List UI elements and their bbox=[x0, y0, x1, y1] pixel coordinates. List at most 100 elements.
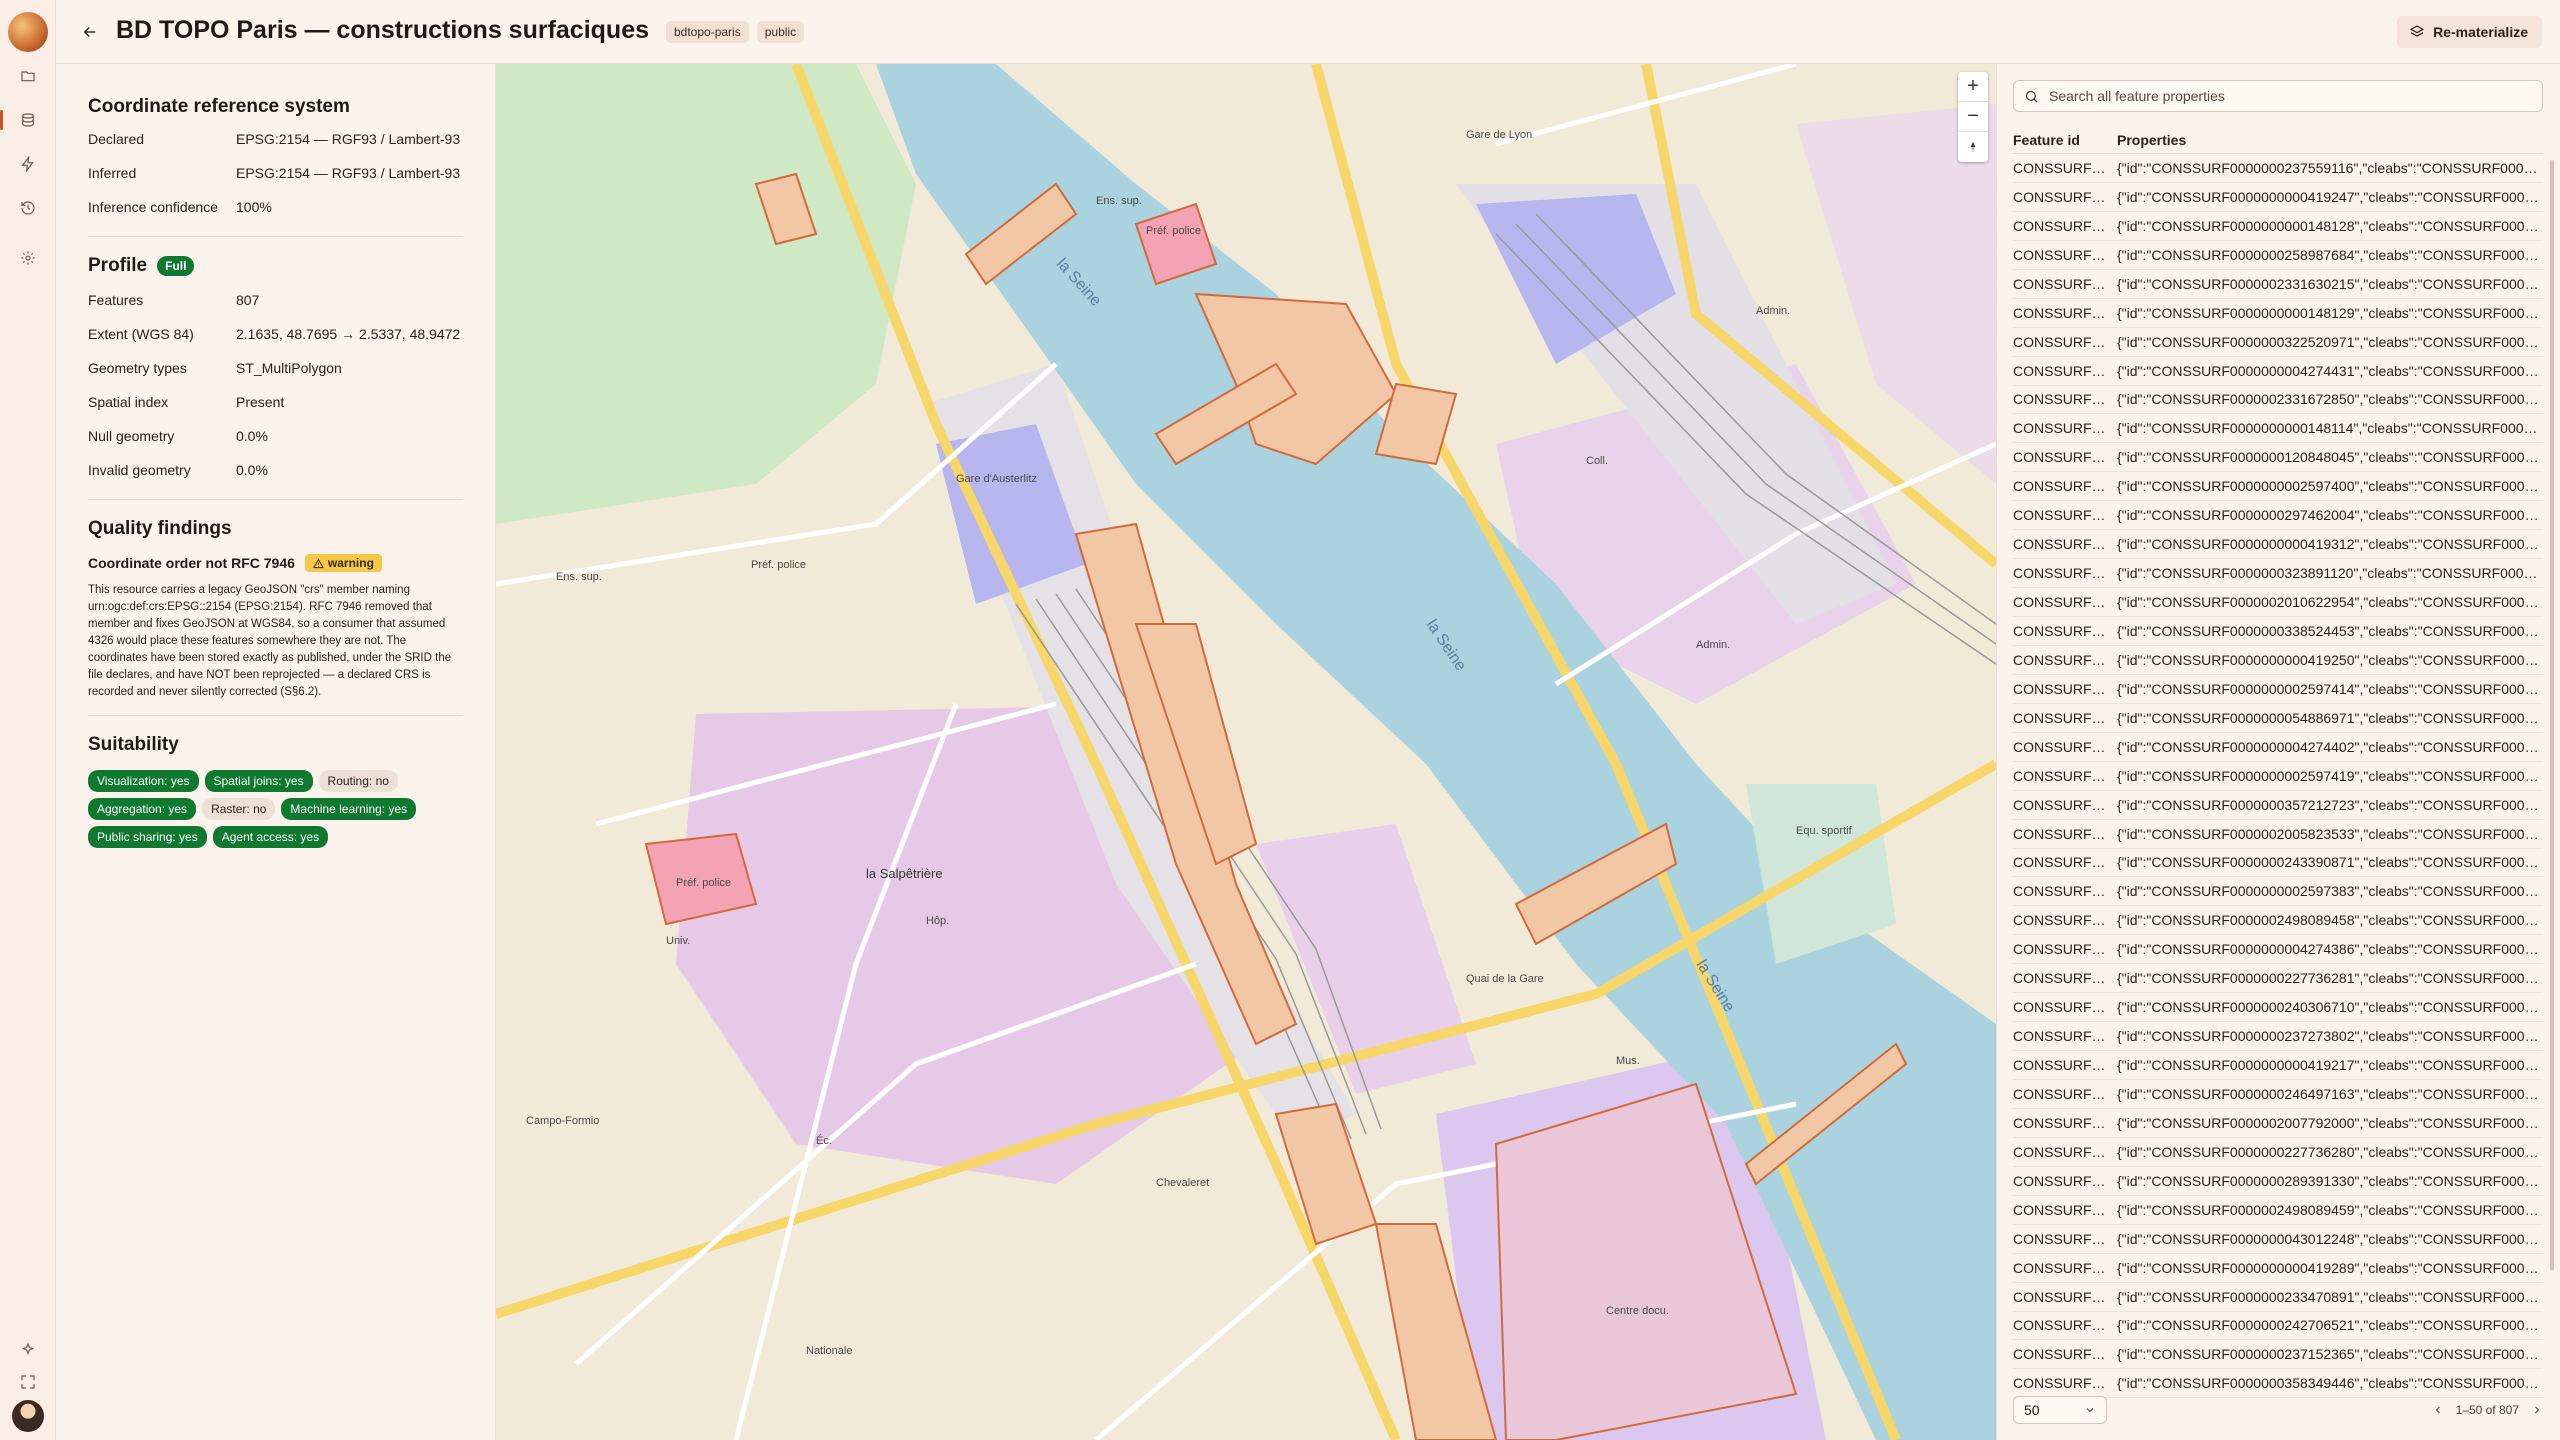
map-label: Chevaleret bbox=[1156, 1177, 1209, 1189]
user-avatar[interactable] bbox=[12, 1400, 44, 1432]
table-row[interactable]: CONSSURF… {"id":"CONSSURF0000000000148129… bbox=[2013, 299, 2543, 328]
table-row[interactable]: CONSSURF… {"id":"CONSSURF0000000246497163… bbox=[2013, 1080, 2543, 1109]
map-label: la Salpêtrière bbox=[866, 866, 943, 881]
feature-id-cell: CONSSURF… bbox=[2013, 1259, 2106, 1276]
table-row[interactable]: CONSSURF… {"id":"CONSSURF0000000237273802… bbox=[2013, 1022, 2543, 1052]
table-row[interactable]: CONSSURF… {"id":"CONSSURF0000002007792000… bbox=[2013, 1109, 2543, 1138]
properties-cell: {"id":"CONSSURF0000000002597400","cleabs… bbox=[2117, 478, 2543, 495]
table-row[interactable]: CONSSURF… {"id":"CONSSURF0000000243390871… bbox=[2013, 849, 2543, 878]
table-row[interactable]: CONSSURF… {"id":"CONSSURF0000000000419217… bbox=[2013, 1051, 2543, 1080]
table-row[interactable]: CONSSURF… {"id":"CONSSURF0000000000419312… bbox=[2013, 530, 2543, 560]
table-row[interactable]: CONSSURF… {"id":"CONSSURF0000000357212723… bbox=[2013, 791, 2543, 820]
app-rail bbox=[0, 0, 56, 1440]
table-row[interactable]: CONSSURF… {"id":"CONSSURF0000000297462004… bbox=[2013, 501, 2543, 531]
profile-section-title: Profile Full bbox=[88, 255, 463, 277]
map-canvas[interactable]: la Seine la Seine la Seine la Salpêtrièr… bbox=[496, 64, 1996, 1440]
table-row[interactable]: CONSSURF… {"id":"CONSSURF0000000258987684… bbox=[2013, 241, 2543, 270]
table-row[interactable]: CONSSURF… {"id":"CONSSURF0000000240306710… bbox=[2013, 993, 2543, 1023]
table-row[interactable]: CONSSURF… {"id":"CONSSURF0000002331630215… bbox=[2013, 270, 2543, 299]
properties-cell: {"id":"CONSSURF0000002007792000","cleabs… bbox=[2117, 1114, 2543, 1131]
feature-id-cell: CONSSURF… bbox=[2013, 680, 2106, 697]
reset-bearing-button[interactable] bbox=[1958, 132, 1988, 162]
bolt-icon[interactable] bbox=[14, 150, 42, 178]
table-row[interactable]: CONSSURF… {"id":"CONSSURF0000000002597400… bbox=[2013, 472, 2543, 502]
chevron-right-icon[interactable] bbox=[2531, 1404, 2543, 1416]
table-row[interactable]: CONSSURF… {"id":"CONSSURF0000000004274431… bbox=[2013, 357, 2543, 386]
table-header: Feature id Properties bbox=[2013, 126, 2543, 154]
properties-cell: {"id":"CONSSURF0000000004274386","cleabs… bbox=[2117, 941, 2543, 958]
table-row[interactable]: CONSSURF… {"id":"CONSSURF0000002498089459… bbox=[2013, 1196, 2543, 1225]
table-row[interactable]: CONSSURF… {"id":"CONSSURF0000000242706521… bbox=[2013, 1312, 2543, 1341]
page-size-select[interactable]: 50 bbox=[2013, 1396, 2107, 1424]
tag-chips: bdtopo-paris public bbox=[666, 21, 805, 43]
table-row[interactable]: CONSSURF… {"id":"CONSSURF0000000227736280… bbox=[2013, 1138, 2543, 1167]
settings-icon[interactable] bbox=[14, 244, 42, 272]
table-row[interactable]: CONSSURF… {"id":"CONSSURF0000000233470891… bbox=[2013, 1283, 2543, 1312]
properties-cell: {"id":"CONSSURF0000000289391330","cleabs… bbox=[2117, 1172, 2543, 1189]
profile-row: Geometry types ST_MultiPolygon bbox=[88, 360, 342, 376]
table-row[interactable]: CONSSURF… {"id":"CONSSURF0000000002597414… bbox=[2013, 675, 2543, 704]
table-pager: 50 1–50 of 807 bbox=[2013, 1394, 2543, 1426]
table-row[interactable]: CONSSURF… {"id":"CONSSURF0000000004274402… bbox=[2013, 733, 2543, 762]
table-row[interactable]: CONSSURF… {"id":"CONSSURF0000000120848045… bbox=[2013, 443, 2543, 473]
table-row[interactable]: CONSSURF… {"id":"CONSSURF0000000004274386… bbox=[2013, 935, 2543, 965]
feature-id-cell: CONSSURF… bbox=[2013, 391, 2106, 408]
table-row[interactable]: CONSSURF… {"id":"CONSSURF0000000043012248… bbox=[2013, 1225, 2543, 1254]
history-icon[interactable] bbox=[14, 194, 42, 222]
table-row[interactable]: CONSSURF… {"id":"CONSSURF0000000237152365… bbox=[2013, 1340, 2543, 1370]
table-row[interactable]: CONSSURF… {"id":"CONSSURF0000000322520971… bbox=[2013, 328, 2543, 357]
search-icon bbox=[2025, 90, 2038, 103]
feature-search-input[interactable] bbox=[2049, 88, 2529, 104]
feature-id-cell: CONSSURF… bbox=[2013, 188, 2106, 205]
map-label: Campo-Formio bbox=[526, 1115, 599, 1127]
back-button[interactable] bbox=[76, 18, 104, 46]
rematerialize-label: Re-materialize bbox=[2433, 24, 2528, 40]
column-header-properties[interactable]: Properties bbox=[2117, 132, 2186, 148]
table-row[interactable]: CONSSURF… {"id":"CONSSURF0000000000148128… bbox=[2013, 212, 2543, 241]
properties-cell: {"id":"CONSSURF0000000243390871","cleabs… bbox=[2117, 854, 2543, 871]
zoom-in-button[interactable]: + bbox=[1958, 72, 1988, 102]
table-row[interactable]: CONSSURF… {"id":"CONSSURF0000000000419250… bbox=[2013, 646, 2543, 675]
app-logo-icon[interactable] bbox=[8, 12, 48, 52]
table-row[interactable]: CONSSURF… {"id":"CONSSURF0000000054886971… bbox=[2013, 704, 2543, 733]
properties-cell: {"id":"CONSSURF0000000000419250","cleabs… bbox=[2117, 651, 2543, 668]
table-row[interactable]: CONSSURF… {"id":"CONSSURF0000002331672850… bbox=[2013, 386, 2543, 415]
sparkle-icon[interactable] bbox=[14, 1336, 42, 1364]
properties-cell: {"id":"CONSSURF0000000237152365","cleabs… bbox=[2117, 1346, 2543, 1363]
table-row[interactable]: CONSSURF… {"id":"CONSSURF0000000237559116… bbox=[2013, 154, 2543, 183]
compass-icon bbox=[1970, 141, 1976, 153]
table-row[interactable]: CONSSURF… {"id":"CONSSURF0000000289391330… bbox=[2013, 1167, 2543, 1196]
folder-icon[interactable] bbox=[14, 62, 42, 90]
table-row[interactable]: CONSSURF… {"id":"CONSSURF0000002010622954… bbox=[2013, 588, 2543, 617]
feature-id-cell: CONSSURF… bbox=[2013, 1085, 2106, 1102]
table-row[interactable]: CONSSURF… {"id":"CONSSURF0000000002597383… bbox=[2013, 877, 2543, 907]
fullscreen-icon[interactable] bbox=[14, 1368, 42, 1396]
feature-id-cell: CONSSURF… bbox=[2013, 275, 2106, 292]
table-row[interactable]: CONSSURF… {"id":"CONSSURF0000000002597419… bbox=[2013, 762, 2543, 791]
table-row[interactable]: CONSSURF… {"id":"CONSSURF0000000338524453… bbox=[2013, 617, 2543, 646]
tag-chip: bdtopo-paris bbox=[666, 21, 749, 43]
feature-id-cell: CONSSURF… bbox=[2013, 912, 2106, 929]
properties-cell: {"id":"CONSSURF0000000233470891","cleabs… bbox=[2117, 1288, 2543, 1305]
table-row[interactable]: CONSSURF… {"id":"CONSSURF0000000227736281… bbox=[2013, 964, 2543, 994]
column-header-feature-id[interactable]: Feature id bbox=[2013, 132, 2117, 148]
table-row[interactable]: CONSSURF… {"id":"CONSSURF0000000323891120… bbox=[2013, 559, 2543, 589]
map-label: Hôp. bbox=[926, 915, 949, 927]
properties-cell: {"id":"CONSSURF0000000237273802","cleabs… bbox=[2117, 1028, 2543, 1045]
table-row[interactable]: CONSSURF… {"id":"CONSSURF0000000000419289… bbox=[2013, 1254, 2543, 1283]
properties-cell: {"id":"CONSSURF0000000246497163","cleabs… bbox=[2117, 1085, 2543, 1102]
feature-id-cell: CONSSURF… bbox=[2013, 796, 2106, 813]
table-row[interactable]: CONSSURF… {"id":"CONSSURF0000000000419247… bbox=[2013, 183, 2543, 212]
properties-cell: {"id":"CONSSURF0000000002597383","cleabs… bbox=[2117, 883, 2543, 900]
zoom-out-button[interactable]: − bbox=[1958, 102, 1988, 132]
crs-row: Inferred EPSG:2154 — RGF93 / Lambert-93 bbox=[88, 165, 461, 181]
chevron-left-icon[interactable] bbox=[2432, 1404, 2444, 1416]
table-row[interactable]: CONSSURF… {"id":"CONSSURF0000002005823533… bbox=[2013, 820, 2543, 849]
properties-cell: {"id":"CONSSURF0000000323891120","cleabs… bbox=[2117, 565, 2543, 582]
table-row[interactable]: CONSSURF… {"id":"CONSSURF0000002498089458… bbox=[2013, 906, 2543, 936]
database-icon[interactable] bbox=[0, 106, 42, 134]
table-row[interactable]: CONSSURF… {"id":"CONSSURF0000000000148114… bbox=[2013, 414, 2543, 444]
rematerialize-button[interactable]: Re-materialize bbox=[2397, 16, 2542, 48]
table-scrollbar[interactable] bbox=[2550, 160, 2554, 1270]
profile-row: Invalid geometry 0.0% bbox=[88, 462, 268, 478]
